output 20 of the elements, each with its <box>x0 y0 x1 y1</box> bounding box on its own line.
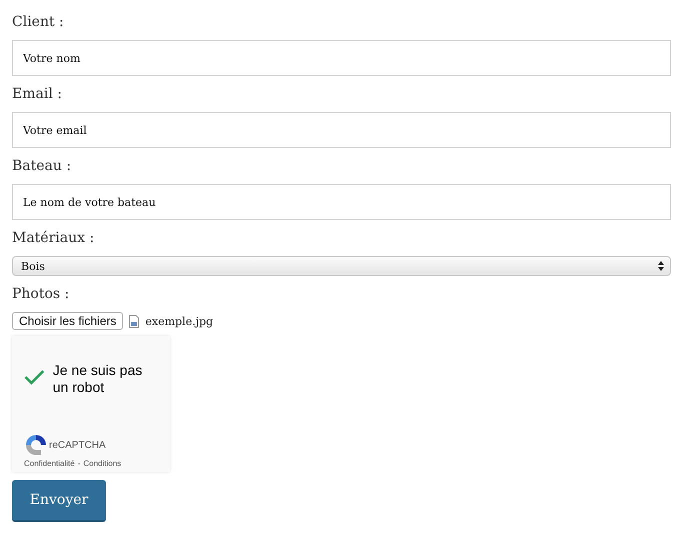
field-label: Bateau : <box>12 157 72 176</box>
field-label: Matériaux : <box>12 229 94 248</box>
image-file-icon <box>129 314 140 328</box>
up-down-arrows-icon <box>658 261 664 271</box>
privacy-link[interactable]: Confidentialité <box>24 459 75 468</box>
field-label: Photos : <box>12 285 70 304</box>
material-select[interactable]: Bois <box>12 256 671 276</box>
input-field[interactable]: Votre email <box>12 112 671 148</box>
input-field[interactable]: Votre nom <box>12 40 671 76</box>
input-field[interactable]: Le nom de votre bateau <box>12 184 671 220</box>
submit-button[interactable]: Envoyer <box>12 480 106 522</box>
link-separator: - <box>78 459 80 468</box>
terms-link[interactable]: Conditions <box>83 459 122 468</box>
captcha-label: Je ne suis pas un robot <box>52 362 144 396</box>
recaptcha-logo-icon <box>24 433 48 457</box>
choose-files-button[interactable]: Choisir les fichiers <box>12 312 124 330</box>
field-label: Email : <box>12 85 62 104</box>
file-name: exemple.jpg <box>145 314 214 328</box>
recaptcha-brand: reCAPTCHA <box>49 440 106 450</box>
field-label: Client : <box>12 13 64 32</box>
